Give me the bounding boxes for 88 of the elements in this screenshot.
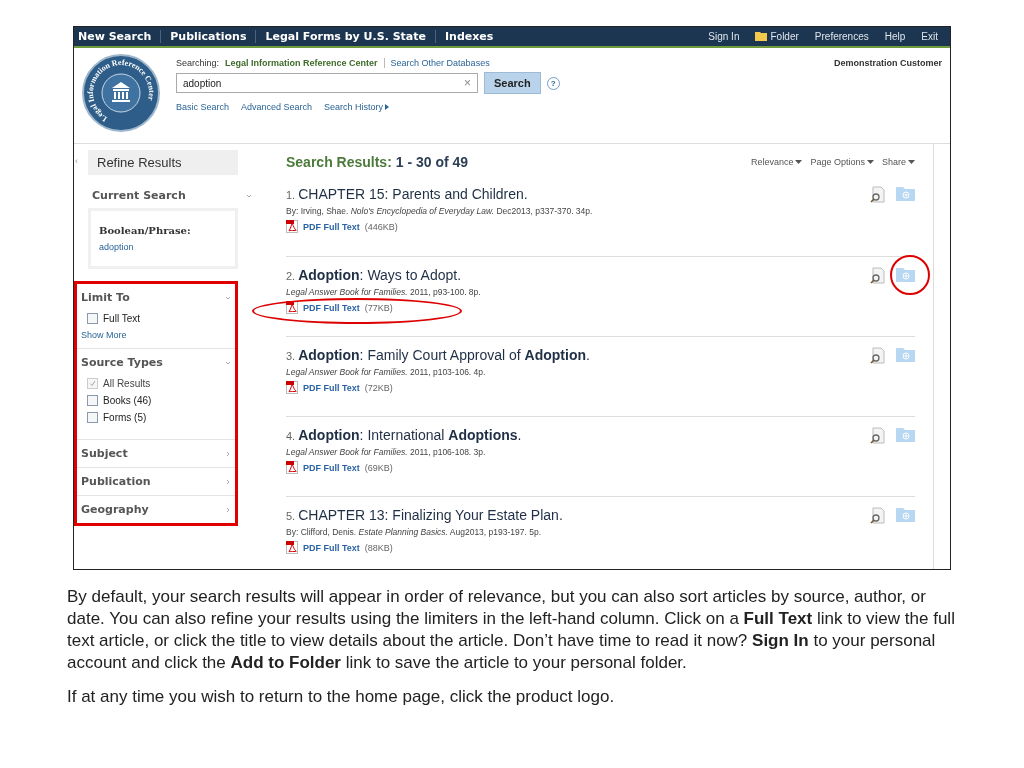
sidebar-title: Refine Results [88, 150, 238, 175]
pdf-icon [286, 541, 298, 554]
nav-link[interactable]: Folder [747, 31, 807, 42]
filter-option[interactable]: Forms (5) [87, 412, 225, 423]
search-link[interactable]: Advanced Search [241, 102, 313, 112]
database-name: Legal Information Reference Center [225, 58, 378, 68]
add-to-folder-icon[interactable] [896, 267, 915, 282]
nav-link[interactable]: Exit [913, 31, 946, 42]
chevron-icon[interactable] [225, 294, 231, 301]
result-source: Legal Answer Book for Families. 2011, p93-100. 8p. [286, 287, 481, 297]
check-icon [89, 380, 96, 387]
result-source: Legal Answer Book for Families. 2011, p103-106. 4p. [286, 367, 487, 377]
caption-paragraph: If at any time you wish to return to the home page, click the product logo. [67, 686, 616, 708]
dropdown-menu[interactable]: Share [881, 157, 915, 167]
pdf-icon [286, 220, 298, 233]
add-to-folder-icon[interactable] [896, 507, 915, 522]
result-source: By: Irving, Shae. Nolo's Encyclopedia of Everyday Law. Dec2013, p337-370. 34p. [286, 206, 593, 216]
result-title[interactable]: 2. Adoption: Ways to Adopt. [286, 267, 481, 283]
pdf-link[interactable]: PDF Full Text [303, 542, 360, 553]
section-title[interactable]: Source Types [81, 356, 163, 369]
show-more-link[interactable]: Show More [77, 330, 235, 348]
chevron-icon[interactable] [225, 506, 231, 513]
pdf-link[interactable]: PDF Full Text [303, 221, 360, 232]
dropdown-menu[interactable]: Page Options [810, 157, 874, 167]
add-to-folder-icon[interactable] [896, 347, 915, 362]
criteria-label: Boolean/Phrase: [99, 225, 192, 236]
nav-link[interactable]: Help [876, 31, 914, 42]
add-to-folder-icon[interactable] [896, 186, 915, 201]
pdf-icon [286, 381, 298, 394]
triangle-icon [385, 104, 390, 110]
chevron-icon[interactable] [225, 478, 231, 485]
file-size: (446KB) [364, 221, 398, 232]
dropdown-menu[interactable]: Relevance [750, 157, 803, 167]
section-title: Current Search [92, 189, 186, 202]
file-size: (72KB) [364, 382, 393, 393]
preview-icon[interactable] [870, 186, 886, 203]
pdf-icon [286, 461, 298, 474]
pdf-link[interactable]: PDF Full Text [303, 382, 360, 393]
file-size: (88KB) [364, 542, 393, 553]
chevron-icon[interactable] [225, 450, 231, 457]
preview-icon[interactable] [870, 267, 886, 284]
file-size: (77KB) [364, 302, 393, 313]
result-source: Legal Answer Book for Families. 2011, p106-108. 3p. [286, 447, 487, 457]
customer-name: Demonstration Customer [834, 58, 942, 70]
caption-paragraph: By default, your search results will appear in order of relevance, but you can also sort articles by source, author, or date. You can also refine your results using the limiters in the left-hand column. Click on a Full Text link to view the full text article, or click the title to view details about the article. Don’t have time to read it now? Sign In to your personal account and click the Add to Folder link to save the article to your personal folder. [67, 586, 956, 674]
folder-icon [755, 32, 768, 41]
add-to-folder-icon[interactable] [896, 427, 915, 442]
checkbox[interactable] [87, 313, 98, 324]
pdf-link[interactable]: PDF Full Text [303, 302, 360, 313]
filter-option[interactable]: Full Text [87, 313, 225, 324]
file-size: (69KB) [364, 462, 393, 473]
chevron-icon[interactable] [246, 192, 252, 199]
search-field[interactable]: adoption × [176, 73, 478, 93]
preview-icon[interactable] [870, 507, 886, 524]
search-button[interactable]: Search [484, 72, 541, 94]
preview-icon[interactable] [870, 347, 886, 364]
nav-tab[interactable]: New Search [78, 30, 161, 43]
other-databases-link[interactable]: Search Other Databases [390, 58, 490, 68]
checkbox[interactable] [87, 412, 98, 423]
searching-label: Searching: [176, 58, 220, 68]
nav-tab[interactable]: Publications [160, 30, 256, 43]
nav-link[interactable]: Preferences [806, 31, 877, 42]
result-title[interactable]: 3. Adoption: Family Court Approval of Adoption. [286, 347, 590, 363]
criteria-value[interactable]: adoption [99, 242, 227, 252]
section-title[interactable]: Subject [81, 447, 128, 460]
nav-link[interactable]: Sign In [700, 31, 748, 42]
caret-icon [908, 160, 915, 164]
search-link[interactable]: Basic Search [176, 102, 230, 112]
result-title[interactable]: 1. CHAPTER 15: Parents and Children. [286, 186, 593, 202]
result-title[interactable]: 4. Adoption: International Adoptions. [286, 427, 522, 443]
section-title[interactable]: Publication [81, 475, 151, 488]
result-title[interactable]: 5. CHAPTER 13: Finalizing Your Estate Plan. [286, 507, 563, 523]
section-title[interactable]: Geography [81, 503, 149, 516]
results-heading: Search Results: 1 - 30 of 49 [286, 154, 469, 170]
result-source: By: Clifford, Denis. Estate Planning Basics. Aug2013, p193-197. 5p. [286, 527, 543, 537]
caret-icon [795, 160, 803, 164]
nav-tab[interactable]: Legal Forms by U.S. State [255, 30, 435, 43]
nav-tab[interactable]: Indexes [434, 30, 503, 43]
chevron-icon[interactable] [225, 359, 231, 366]
checkbox[interactable] [87, 395, 98, 406]
clear-icon[interactable]: × [464, 76, 471, 90]
filter-option[interactable]: Books (46) [87, 395, 225, 406]
pdf-icon [286, 301, 298, 314]
pdf-link[interactable]: PDF Full Text [303, 462, 360, 473]
search-link[interactable]: Search History [324, 102, 390, 112]
section-title[interactable]: Limit To [81, 291, 130, 304]
caret-icon [866, 160, 874, 164]
preview-icon[interactable] [870, 427, 886, 444]
